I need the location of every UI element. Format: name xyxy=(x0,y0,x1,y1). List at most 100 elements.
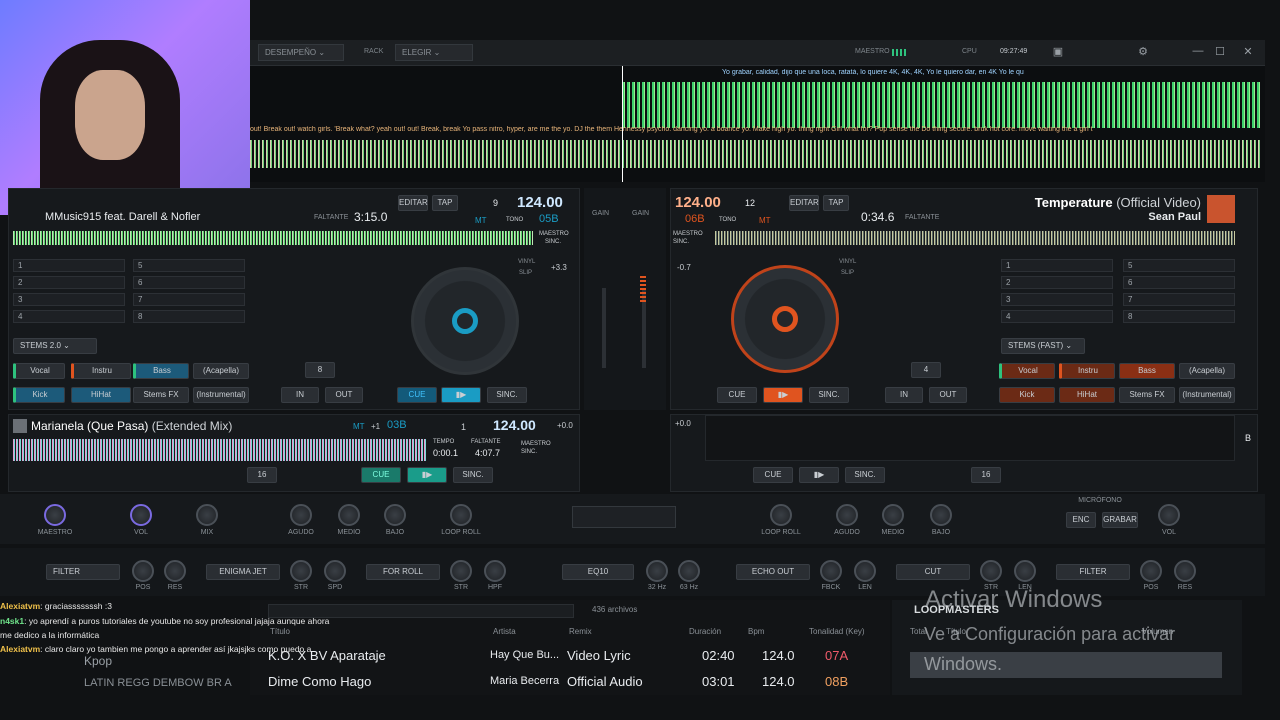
fx-len2-knob[interactable] xyxy=(1014,560,1036,582)
fx-enigma-dropdown[interactable]: ENIGMA JET xyxy=(206,564,280,580)
fx-filter2-dropdown[interactable]: FILTER xyxy=(1056,564,1130,580)
mix-knob[interactable] xyxy=(196,504,218,526)
deck-1-out-button[interactable]: OUT xyxy=(325,387,363,403)
deck-1-vocal[interactable]: Vocal xyxy=(13,363,65,379)
deck-2-vocal[interactable]: Vocal xyxy=(999,363,1055,379)
deck-2-overview[interactable] xyxy=(715,231,1235,245)
fx-res2-knob[interactable] xyxy=(1174,560,1196,582)
close-icon[interactable]: ✕ xyxy=(1240,45,1256,61)
mic-enc-button[interactable]: ENC xyxy=(1066,512,1096,528)
deck-1-overview[interactable] xyxy=(13,231,533,245)
mic-vol-knob[interactable] xyxy=(1158,504,1180,526)
deck-3-play-button[interactable]: ▮▶ xyxy=(407,467,447,483)
deck-2-slip[interactable]: SLIP xyxy=(841,270,854,276)
channel-fader-left[interactable] xyxy=(602,288,606,368)
deck-1-pad[interactable]: 1 xyxy=(13,259,125,272)
table-row[interactable]: Dime Como Hago Maria Becerra Official Au… xyxy=(250,672,870,692)
deck-1-stems-dropdown[interactable]: STEMS 2.0 ⌄ xyxy=(13,338,97,354)
deck-1-pad[interactable]: 2 xyxy=(13,276,125,289)
scrolling-waveforms[interactable]: Yo grabar, calidad, dijo que una loca, r… xyxy=(250,66,1265,182)
performance-dropdown[interactable]: DESEMPEÑO ⌄ xyxy=(258,44,344,61)
fx-spd-knob[interactable] xyxy=(324,560,346,582)
deck-1-sync-button[interactable]: SINC. xyxy=(487,387,527,403)
deck-1-slip[interactable]: SLIP xyxy=(519,270,532,276)
deck-2-stems-dropdown[interactable]: STEMS (FAST) ⌄ xyxy=(1001,338,1085,354)
deck-1-pad[interactable]: 8 xyxy=(133,310,245,323)
deck-2-stems-fx[interactable]: Stems FX xyxy=(1119,387,1175,403)
deck-2-pad[interactable]: 1 xyxy=(1001,259,1113,272)
fx-filter-dropdown[interactable]: FILTER xyxy=(46,564,120,580)
deck-1-pad[interactable]: 4 xyxy=(13,310,125,323)
fx-echo-out-dropdown[interactable]: ECHO OUT xyxy=(736,564,810,580)
minimize-icon[interactable]: — xyxy=(1190,45,1206,61)
deck-1-bajo-knob[interactable] xyxy=(384,504,406,526)
deck-2-instru[interactable]: Instru xyxy=(1059,363,1115,379)
deck-1-loop-size[interactable]: 8 xyxy=(305,362,335,378)
deck-4-cue-button[interactable]: CUE xyxy=(753,467,793,483)
deck-2-edit-button[interactable]: EDITAR xyxy=(789,195,819,211)
deck-1-jog-wheel[interactable] xyxy=(411,267,519,375)
fx-cut-dropdown[interactable]: CUT xyxy=(896,564,970,580)
fx-32hz-knob[interactable] xyxy=(646,560,668,582)
crossfader[interactable] xyxy=(572,506,676,528)
deck-1-bass[interactable]: Bass xyxy=(133,363,189,379)
fx-63hz-knob[interactable] xyxy=(678,560,700,582)
deck-2-hihat[interactable]: HiHat xyxy=(1059,387,1115,403)
master-knob[interactable] xyxy=(44,504,66,526)
deck-2-loop-size[interactable]: 4 xyxy=(911,362,941,378)
fx-str3-knob[interactable] xyxy=(980,560,1002,582)
fx-fbck-knob[interactable] xyxy=(820,560,842,582)
deck-2-acapella[interactable]: (Acapella) xyxy=(1179,363,1235,379)
deck-1-cue-button[interactable]: CUE xyxy=(397,387,437,403)
deck-3-sync-button[interactable]: SINC. xyxy=(453,467,493,483)
deck-2-tap-button[interactable]: TAP xyxy=(823,195,849,211)
folder-item[interactable]: LATIN REGG DEMBOW BR A xyxy=(62,677,242,689)
fx-for-roll-dropdown[interactable]: FOR ROLL xyxy=(366,564,440,580)
deck-2-medio-knob[interactable] xyxy=(882,504,904,526)
deck-4-play-button[interactable]: ▮▶ xyxy=(799,467,839,483)
fx-res-knob[interactable] xyxy=(164,560,186,582)
deck-2-bajo-knob[interactable] xyxy=(930,504,952,526)
deck-1-play-button[interactable]: ▮▶ xyxy=(441,387,481,403)
deck-1-hihat[interactable]: HiHat xyxy=(71,387,131,403)
deck-2-kick[interactable]: Kick xyxy=(999,387,1055,403)
deck-2-sync-button[interactable]: SINC. xyxy=(809,387,849,403)
deck-1-pad[interactable]: 3 xyxy=(13,293,125,306)
deck-1-pad[interactable]: 6 xyxy=(133,276,245,289)
deck-1-pad[interactable]: 7 xyxy=(133,293,245,306)
deck-2-play-button[interactable]: ▮▶ xyxy=(763,387,803,403)
deck-2-bass[interactable]: Bass xyxy=(1119,363,1175,379)
deck-1-vinyl[interactable]: VINYL xyxy=(518,259,535,265)
gear-icon[interactable]: ⚙ xyxy=(1135,45,1151,61)
deck-2-cue-button[interactable]: CUE xyxy=(717,387,757,403)
fx-str-knob[interactable] xyxy=(290,560,312,582)
deck-2-in-button[interactable]: IN xyxy=(885,387,923,403)
deck-1-in-button[interactable]: IN xyxy=(281,387,319,403)
deck-2-agudo-knob[interactable] xyxy=(836,504,858,526)
deck-3-cue-button[interactable]: CUE xyxy=(361,467,401,483)
deck-2-pad[interactable]: 6 xyxy=(1123,276,1235,289)
vol-knob[interactable] xyxy=(130,504,152,526)
deck-3-overview[interactable] xyxy=(13,439,427,461)
deck-2-loop-roll-knob[interactable] xyxy=(770,504,792,526)
deck-2-jog-wheel[interactable] xyxy=(731,265,839,373)
mic-record-button[interactable]: GRABAR xyxy=(1102,512,1138,528)
rack-dropdown[interactable]: ELEGIR ⌄ xyxy=(395,44,473,61)
fx-len-knob[interactable] xyxy=(854,560,876,582)
deck-2-instrumental[interactable]: (Instrumental) xyxy=(1179,387,1235,403)
fx-pos2-knob[interactable] xyxy=(1140,560,1162,582)
deck-2-pad[interactable]: 8 xyxy=(1123,310,1235,323)
deck-1-acapella[interactable]: (Acapella) xyxy=(193,363,249,379)
deck-1-instru[interactable]: Instru xyxy=(71,363,131,379)
deck-3-loop-size[interactable]: 16 xyxy=(247,467,277,483)
deck-2-pad[interactable]: 3 xyxy=(1001,293,1113,306)
deck-2-vinyl[interactable]: VINYL xyxy=(839,259,856,265)
deck-2-pad[interactable]: 4 xyxy=(1001,310,1113,323)
calendar-icon[interactable]: ▣ xyxy=(1050,45,1066,61)
deck-2-pad[interactable]: 7 xyxy=(1123,293,1235,306)
fx-eq10-dropdown[interactable]: EQ10 xyxy=(562,564,634,580)
deck-1-instrumental[interactable]: (Instrumental) xyxy=(193,387,249,403)
deck-2-pad[interactable]: 2 xyxy=(1001,276,1113,289)
deck-1-medio-knob[interactable] xyxy=(338,504,360,526)
deck-1-agudo-knob[interactable] xyxy=(290,504,312,526)
